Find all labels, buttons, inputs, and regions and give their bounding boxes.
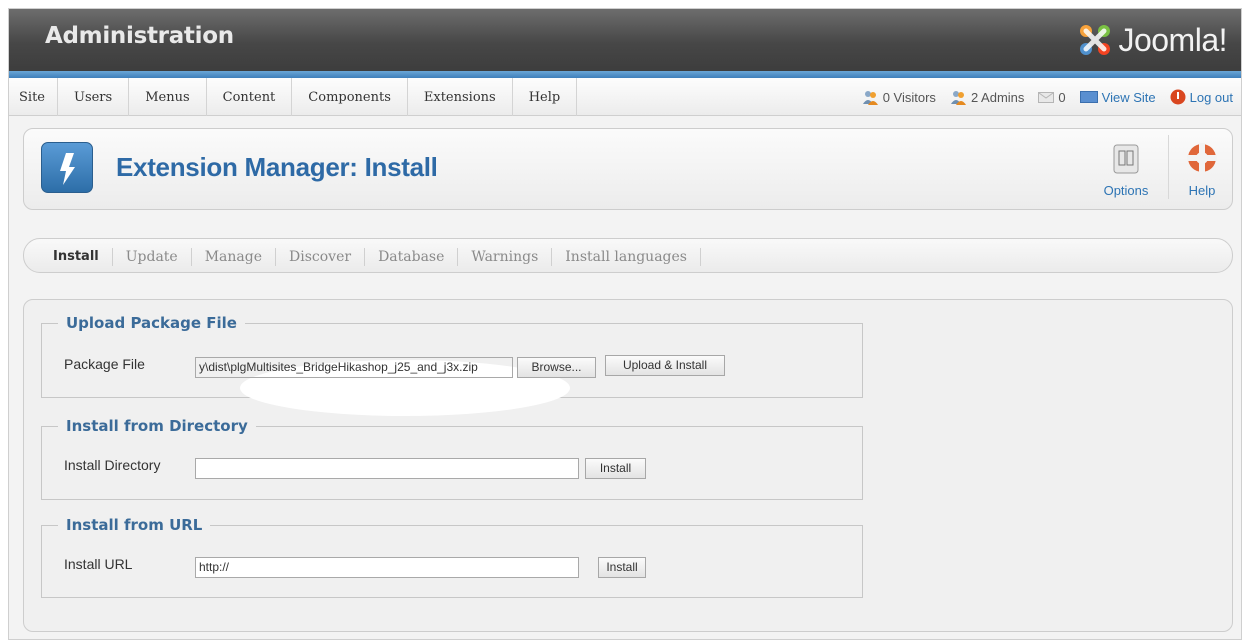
menu-item-components[interactable]: Components bbox=[292, 78, 408, 116]
page-title: Extension Manager: Install bbox=[116, 152, 438, 182]
upload-package-fieldset: Upload Package File Package File y\dist\… bbox=[41, 314, 863, 416]
visitors-count: 0 Visitors bbox=[882, 89, 936, 105]
install-directory-input[interactable] bbox=[195, 458, 579, 479]
admin-window: Administration Joomla! Site Users Menus … bbox=[8, 8, 1242, 640]
toolbar-box: Extension Manager: Install Options Help bbox=[23, 128, 1233, 210]
menu-item-users[interactable]: Users bbox=[58, 78, 130, 116]
tab-discover[interactable]: Discover bbox=[276, 247, 366, 266]
tab-install-languages[interactable]: Install languages bbox=[552, 247, 701, 266]
logout-icon bbox=[1170, 89, 1186, 105]
options-label: Options bbox=[1103, 183, 1149, 198]
toolbar-divider bbox=[1168, 135, 1169, 199]
mail-icon bbox=[1038, 92, 1055, 103]
install-directory-button[interactable]: Install bbox=[585, 458, 646, 479]
view-site-label: View Site bbox=[1101, 89, 1156, 105]
lifebuoy-icon bbox=[1187, 143, 1217, 173]
status-bar: 0 Visitors 2 Admins 0 View Site Log out bbox=[848, 78, 1233, 116]
submenu-tabs: Install Update Manage Discover Database … bbox=[40, 239, 701, 274]
visitors-icon bbox=[862, 90, 878, 105]
tab-manage[interactable]: Manage bbox=[192, 247, 277, 266]
install-directory-fieldset: Install from Directory Install Directory… bbox=[41, 417, 863, 500]
admins-status: 2 Admins bbox=[950, 90, 1024, 105]
logout-label: Log out bbox=[1189, 89, 1233, 105]
messages-count: 0 bbox=[1058, 89, 1066, 105]
logout-link[interactable]: Log out bbox=[1170, 89, 1233, 105]
menu-item-menus[interactable]: Menus bbox=[129, 78, 207, 116]
tab-update[interactable]: Update bbox=[113, 247, 192, 266]
help-button[interactable]: Help bbox=[1170, 135, 1234, 203]
extension-manager-icon bbox=[41, 142, 93, 193]
visitors-status: 0 Visitors bbox=[862, 90, 936, 105]
install-directory-label: Install Directory bbox=[64, 457, 161, 473]
install-url-legend: Install from URL bbox=[66, 516, 203, 534]
options-button[interactable]: Options bbox=[1094, 135, 1158, 203]
logo-text: Joomla! bbox=[1118, 21, 1227, 58]
tab-install[interactable]: Install bbox=[40, 247, 113, 266]
menu-item-help[interactable]: Help bbox=[513, 78, 578, 116]
submenu-bar: Install Update Manage Discover Database … bbox=[23, 238, 1233, 273]
header-stripe bbox=[9, 71, 1241, 78]
messages-status[interactable]: 0 bbox=[1038, 89, 1066, 105]
install-panel: Upload Package File Package File y\dist\… bbox=[23, 299, 1233, 632]
menu-item-content[interactable]: Content bbox=[207, 78, 293, 116]
options-icon bbox=[1113, 144, 1139, 174]
tab-warnings[interactable]: Warnings bbox=[458, 247, 553, 266]
menu-item-site[interactable]: Site bbox=[9, 78, 58, 116]
menu-item-extensions[interactable]: Extensions bbox=[408, 78, 513, 116]
install-url-label: Install URL bbox=[64, 556, 133, 572]
main-menubar: Site Users Menus Content Components Exte… bbox=[9, 78, 1241, 116]
monitor-icon bbox=[1079, 91, 1098, 103]
admins-icon bbox=[950, 90, 966, 105]
admin-header: Administration Joomla! bbox=[9, 9, 1241, 71]
install-url-button[interactable]: Install bbox=[598, 557, 646, 578]
joomla-logo[interactable]: Joomla! bbox=[1076, 20, 1227, 60]
package-file-label: Package File bbox=[64, 356, 145, 372]
tab-database[interactable]: Database bbox=[365, 247, 459, 266]
admins-count: 2 Admins bbox=[970, 89, 1025, 105]
browse-button[interactable]: Browse... bbox=[517, 357, 596, 378]
install-url-fieldset: Install from URL Install URL http:// Ins… bbox=[41, 516, 863, 598]
upload-package-legend: Upload Package File bbox=[66, 314, 237, 332]
main-menu: Site Users Menus Content Components Exte… bbox=[9, 78, 578, 116]
install-url-input[interactable]: http:// bbox=[195, 557, 579, 578]
upload-install-button[interactable]: Upload & Install bbox=[605, 355, 725, 376]
view-site-link[interactable]: View Site bbox=[1079, 89, 1156, 105]
package-file-input[interactable]: y\dist\plgMultisites_BridgeHikashop_j25_… bbox=[195, 357, 513, 378]
help-label: Help bbox=[1188, 183, 1216, 198]
install-directory-legend: Install from Directory bbox=[66, 417, 248, 435]
joomla-logo-icon bbox=[1080, 25, 1111, 55]
header-title: Administration bbox=[45, 23, 234, 49]
